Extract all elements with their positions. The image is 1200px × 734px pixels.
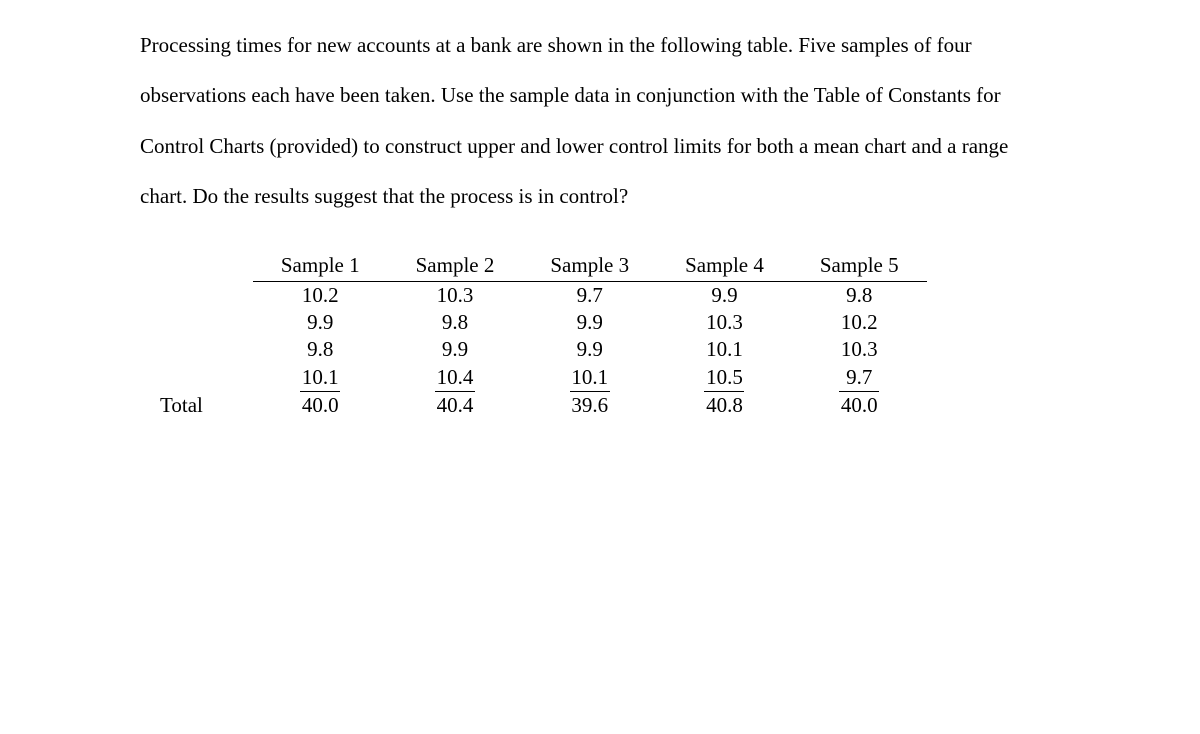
cell: 9.9 — [522, 336, 657, 363]
question-text: Processing times for new accounts at a b… — [140, 20, 1060, 222]
table-total-row: Total 40.0 40.4 39.6 40.8 40.0 — [160, 392, 927, 419]
total-cell: 40.0 — [253, 392, 388, 419]
table-row: 10.2 10.3 9.7 9.9 9.8 — [160, 281, 927, 309]
total-cell: 40.4 — [388, 392, 523, 419]
header-sample-3: Sample 3 — [522, 252, 657, 282]
cell: 10.3 — [657, 309, 792, 336]
cell: 9.7 — [522, 281, 657, 309]
table-row: 10.1 10.4 10.1 10.5 9.7 — [160, 364, 927, 392]
cell: 10.1 — [253, 364, 388, 392]
cell: 10.2 — [253, 281, 388, 309]
cell: 10.3 — [792, 336, 927, 363]
cell: 10.2 — [792, 309, 927, 336]
table-row: 9.9 9.8 9.9 10.3 10.2 — [160, 309, 927, 336]
header-sample-4: Sample 4 — [657, 252, 792, 282]
header-sample-2: Sample 2 — [388, 252, 523, 282]
empty-header — [160, 252, 253, 282]
cell: 10.5 — [657, 364, 792, 392]
cell: 10.1 — [657, 336, 792, 363]
table-row: 9.8 9.9 9.9 10.1 10.3 — [160, 336, 927, 363]
cell: 9.8 — [388, 309, 523, 336]
cell: 10.1 — [522, 364, 657, 392]
cell: 9.8 — [253, 336, 388, 363]
total-cell: 40.8 — [657, 392, 792, 419]
header-sample-1: Sample 1 — [253, 252, 388, 282]
cell: 9.9 — [388, 336, 523, 363]
total-label: Total — [160, 392, 253, 419]
cell: 9.9 — [253, 309, 388, 336]
cell: 9.9 — [657, 281, 792, 309]
header-sample-5: Sample 5 — [792, 252, 927, 282]
data-table: Sample 1 Sample 2 Sample 3 Sample 4 Samp… — [160, 252, 927, 420]
total-cell: 39.6 — [522, 392, 657, 419]
data-table-container: Sample 1 Sample 2 Sample 3 Sample 4 Samp… — [140, 252, 1060, 420]
cell: 10.4 — [388, 364, 523, 392]
cell: 10.3 — [388, 281, 523, 309]
cell: 9.8 — [792, 281, 927, 309]
cell: 9.9 — [522, 309, 657, 336]
cell: 9.7 — [792, 364, 927, 392]
total-cell: 40.0 — [792, 392, 927, 419]
